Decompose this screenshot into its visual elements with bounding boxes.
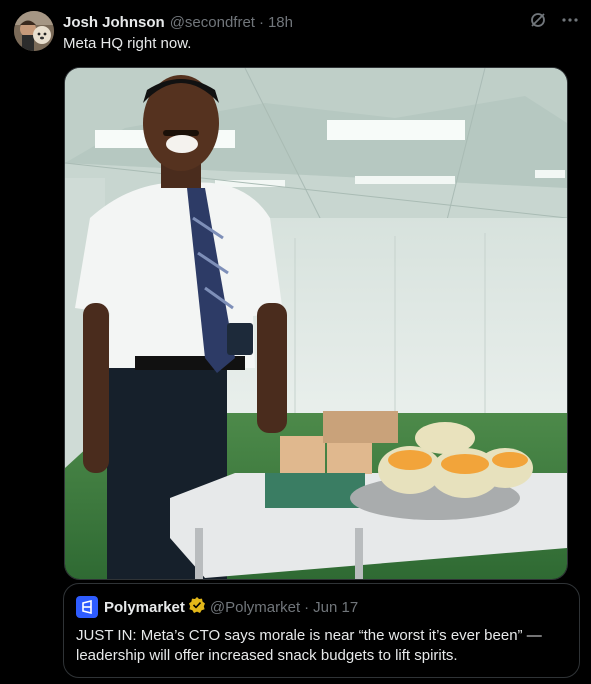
quoted-post[interactable]: Polymarket @Polymarket · Jun 17 JUST IN:…	[63, 583, 580, 678]
post-actions	[529, 11, 579, 29]
quoted-author-name[interactable]: Polymarket	[104, 599, 185, 616]
quoted-post-header: Polymarket @Polymarket · Jun 17	[76, 596, 358, 618]
post-header: Josh Johnson @secondfret · 18h	[63, 12, 575, 32]
verified-gold-icon	[188, 596, 206, 618]
post-text: Meta HQ right now.	[63, 35, 192, 52]
quoted-date[interactable]: Jun 17	[313, 599, 358, 616]
post-image[interactable]	[64, 67, 568, 580]
post[interactable]: Josh Johnson @secondfret · 18h Meta HQ r…	[0, 0, 591, 684]
grok-icon[interactable]	[529, 11, 547, 29]
quoted-author-handle[interactable]: @Polymarket	[210, 599, 300, 616]
author-handle[interactable]: @secondfret	[170, 14, 255, 31]
quoted-separator-dot: ·	[304, 598, 310, 616]
avatar[interactable]	[14, 11, 54, 51]
separator-dot: ·	[258, 13, 264, 31]
author-name[interactable]: Josh Johnson	[63, 14, 165, 31]
polymarket-logo-icon[interactable]	[76, 596, 98, 618]
post-time[interactable]: 18h	[268, 14, 293, 31]
quoted-post-text: JUST IN: Meta’s CTO says morale is near …	[76, 627, 542, 664]
more-icon[interactable]	[561, 11, 579, 29]
